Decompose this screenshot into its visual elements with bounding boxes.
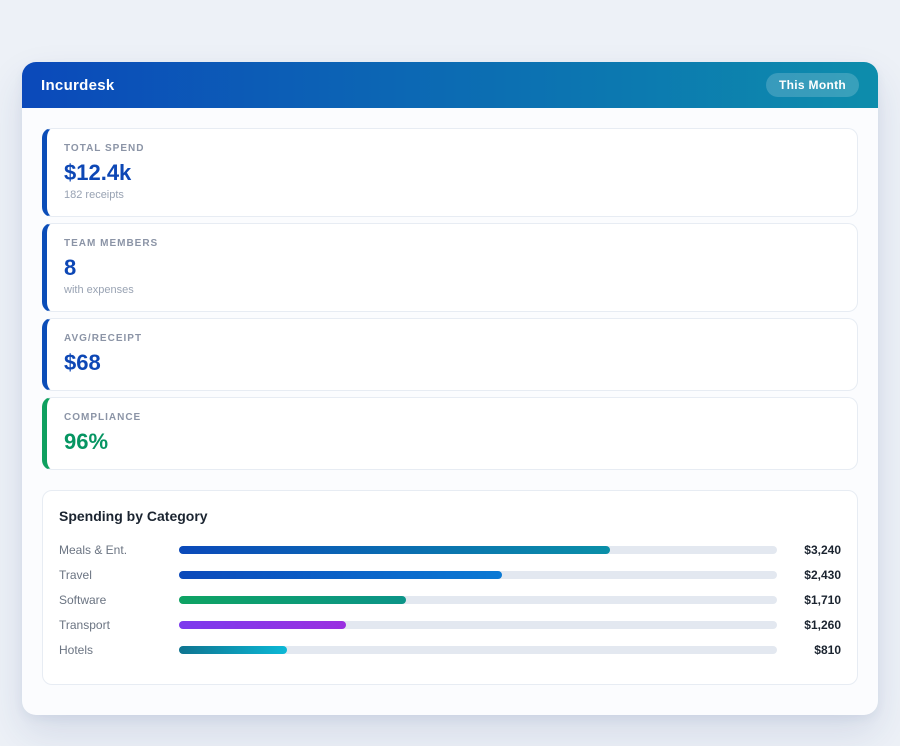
bar-row-travel: Travel $2,430 bbox=[59, 562, 841, 587]
bar-track bbox=[179, 546, 777, 554]
app-header: Incurdesk This Month bbox=[22, 62, 878, 108]
stat-label: TEAM MEMBERS bbox=[64, 237, 840, 251]
bar-track bbox=[179, 596, 777, 604]
bar-fill bbox=[179, 621, 346, 629]
stat-label: TOTAL SPEND bbox=[64, 142, 840, 156]
stat-value: $68 bbox=[64, 349, 840, 376]
chart-title: Spending by Category bbox=[59, 508, 841, 524]
stat-value: 8 bbox=[64, 254, 840, 281]
bar-fill bbox=[179, 596, 406, 604]
stat-subtext: with expenses bbox=[64, 283, 840, 297]
category-value: $3,240 bbox=[777, 543, 841, 557]
category-label: Transport bbox=[59, 618, 179, 632]
stat-label: AVG/RECEIPT bbox=[64, 332, 840, 346]
bar-track bbox=[179, 571, 777, 579]
bar-row-hotels: Hotels $810 bbox=[59, 637, 841, 662]
bar-fill bbox=[179, 546, 610, 554]
spending-by-category-card: Spending by Category Meals & Ent. $3,240… bbox=[42, 490, 858, 685]
stat-card-avg-receipt: AVG/RECEIPT $68 bbox=[42, 318, 858, 391]
category-value: $1,710 bbox=[777, 593, 841, 607]
bar-fill bbox=[179, 571, 502, 579]
bar-fill bbox=[179, 646, 287, 654]
category-value: $810 bbox=[777, 643, 841, 657]
bar-row-transport: Transport $1,260 bbox=[59, 612, 841, 637]
bar-track bbox=[179, 646, 777, 654]
category-label: Travel bbox=[59, 568, 179, 582]
category-value: $2,430 bbox=[777, 568, 841, 582]
category-label: Hotels bbox=[59, 643, 179, 657]
app-title: Incurdesk bbox=[41, 77, 115, 94]
stat-value: 96% bbox=[64, 428, 840, 455]
category-value: $1,260 bbox=[777, 618, 841, 632]
stat-card-team-members: TEAM MEMBERS 8 with expenses bbox=[42, 223, 858, 312]
bar-track bbox=[179, 621, 777, 629]
panel-body: TOTAL SPEND $12.4k 182 receipts TEAM MEM… bbox=[22, 108, 878, 715]
period-badge-button[interactable]: This Month bbox=[766, 73, 859, 97]
stat-label: COMPLIANCE bbox=[64, 411, 840, 425]
bar-row-meals: Meals & Ent. $3,240 bbox=[59, 537, 841, 562]
stat-subtext: 182 receipts bbox=[64, 188, 840, 202]
stat-card-total-spend: TOTAL SPEND $12.4k 182 receipts bbox=[42, 128, 858, 217]
stat-value: $12.4k bbox=[64, 159, 840, 186]
bar-row-software: Software $1,710 bbox=[59, 587, 841, 612]
stat-card-compliance: COMPLIANCE 96% bbox=[42, 397, 858, 470]
category-label: Software bbox=[59, 593, 179, 607]
category-label: Meals & Ent. bbox=[59, 543, 179, 557]
dashboard-panel: Incurdesk This Month TOTAL SPEND $12.4k … bbox=[22, 62, 878, 715]
